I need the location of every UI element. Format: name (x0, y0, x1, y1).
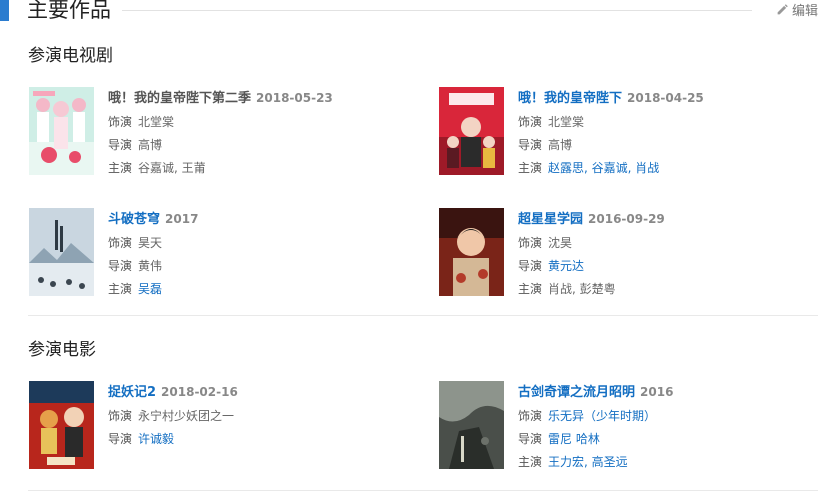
cast-value[interactable]: 赵露思, 谷嘉诚, 肖战 (548, 161, 659, 175)
cast-label: 主演 (108, 282, 133, 296)
role-label: 饰演 (518, 115, 543, 129)
pencil-icon (777, 4, 788, 15)
poster-image[interactable] (29, 87, 94, 175)
section-divider (28, 490, 818, 491)
cast-value[interactable]: 吴磊 (138, 282, 162, 296)
tv-card: 斗破苍穹 2017 饰演 昊天 导演 黄伟 主演 吴磊 (29, 208, 409, 298)
work-title[interactable]: 哦！我的皇帝陛下 (518, 91, 622, 106)
cast-value: 肖战, 彭楚粤 (548, 282, 616, 296)
work-title[interactable]: 捉妖记2 (108, 385, 156, 400)
role-value: 北堂棠 (138, 115, 175, 129)
director-label: 导演 (108, 259, 133, 273)
edit-button[interactable]: 编辑 (776, 0, 818, 19)
director-label: 导演 (108, 138, 133, 152)
role-value: 永宁村少妖团之一 (138, 409, 235, 423)
edit-label: 编辑 (791, 4, 818, 19)
director-value: 高博 (548, 138, 573, 152)
role-label: 饰演 (108, 236, 133, 250)
director-label: 导演 (518, 259, 543, 273)
cast-label: 主演 (108, 161, 133, 175)
tv-card: 超星星学园 2016-09-29 饰演 沈昊 导演 黄元达 主演 肖战, 彭楚粤 (439, 208, 819, 298)
poster-image[interactable] (29, 208, 94, 296)
director-value: 高博 (138, 138, 163, 152)
cast-label: 主演 (518, 282, 543, 296)
work-date: 2016 (640, 385, 674, 399)
work-date: 2018-04-25 (627, 91, 704, 105)
director-label: 导演 (518, 432, 543, 446)
work-date: 2017 (165, 212, 199, 226)
tv-card: 哦！我的皇帝陛下第二季 2018-05-23 饰演 北堂棠 导演 高博 主演 谷嘉诚, … (29, 87, 409, 177)
role-label: 饰演 (518, 409, 543, 423)
movie-section-title: 参演电影 (28, 340, 96, 360)
work-date: 2016-09-29 (588, 212, 665, 226)
role-label: 饰演 (108, 115, 133, 129)
work-date: 2018-02-16 (161, 385, 238, 399)
role-value: 沈昊 (548, 236, 573, 250)
cast-value: 谷嘉诚, 王莆 (138, 161, 206, 175)
work-title[interactable]: 古剑奇谭之流月昭明 (518, 385, 635, 400)
work-date: 2018-05-23 (256, 91, 333, 105)
movie-card: 古剑奇谭之流月昭明 2016 饰演 乐无异（少年时期） 导演 雷尼 哈林 主演 王力宏,… (439, 381, 819, 471)
poster-image[interactable] (29, 381, 94, 469)
poster-image[interactable] (439, 87, 504, 175)
role-value[interactable]: 乐无异（少年时期） (548, 409, 656, 423)
section-accent-bar (0, 0, 9, 21)
title-divider (122, 10, 752, 11)
director-label: 导演 (108, 432, 133, 446)
role-value: 北堂棠 (548, 115, 585, 129)
role-value: 昊天 (138, 236, 163, 250)
tv-card: 哦！我的皇帝陛下 2018-04-25 饰演 北堂棠 导演 高博 主演 赵露思, 谷嘉诚… (439, 87, 819, 177)
director-value[interactable]: 雷尼 哈林 (548, 432, 600, 446)
cast-label: 主演 (518, 161, 543, 175)
director-value: 黄伟 (138, 259, 163, 273)
tv-section-title: 参演电视剧 (28, 46, 113, 66)
role-label: 饰演 (108, 409, 133, 423)
section-divider (28, 315, 818, 316)
poster-image[interactable] (439, 381, 504, 469)
director-label: 导演 (518, 138, 543, 152)
cast-label: 主演 (518, 455, 543, 469)
movie-card: 捉妖记2 2018-02-16 饰演 永宁村少妖团之一 导演 许诚毅 (29, 381, 409, 471)
director-value[interactable]: 黄元达 (548, 259, 584, 273)
work-title[interactable]: 斗破苍穹 (108, 212, 160, 227)
cast-value[interactable]: 王力宏, 高圣远 (548, 455, 628, 469)
page-title: 主要作品 (27, 0, 111, 22)
role-label: 饰演 (518, 236, 543, 250)
work-title[interactable]: 哦！我的皇帝陛下第二季 (108, 91, 251, 106)
director-value[interactable]: 许诚毅 (138, 432, 174, 446)
work-title[interactable]: 超星星学园 (518, 212, 583, 227)
poster-image[interactable] (439, 208, 504, 296)
